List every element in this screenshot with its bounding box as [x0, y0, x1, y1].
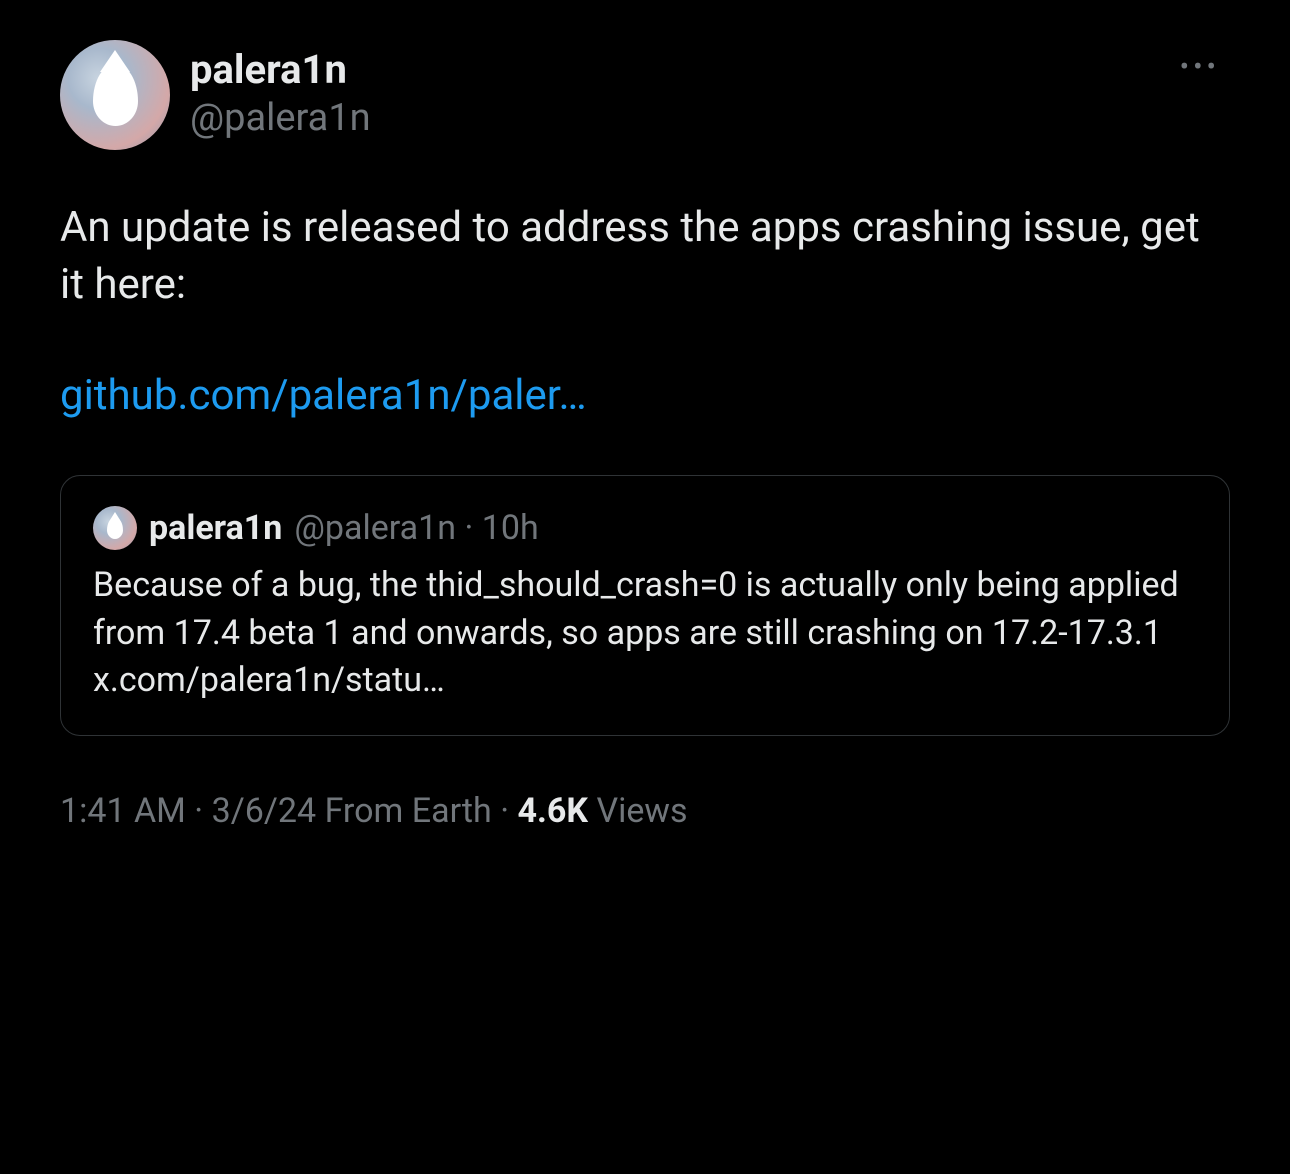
- separator: ·: [464, 508, 473, 548]
- user-info[interactable]: palera1n @palera1n: [60, 40, 371, 150]
- drop-icon: [107, 517, 123, 539]
- quoted-header: palera1n @palera1n · 10h: [93, 506, 1197, 550]
- more-options-button[interactable]: •••: [1170, 40, 1230, 93]
- separator: ·: [500, 791, 509, 831]
- user-handle[interactable]: @palera1n: [190, 94, 371, 143]
- tweet-date[interactable]: 3/6/24: [212, 791, 317, 831]
- tweet-body: An update is released to address the app…: [60, 200, 1230, 425]
- tweet-link[interactable]: github.com/palera1n/paler…: [60, 368, 587, 425]
- tweet-header: palera1n @palera1n •••: [60, 40, 1230, 150]
- quoted-meta: @palera1n · 10h: [294, 508, 538, 548]
- tweet-location: From Earth: [325, 791, 492, 831]
- views-label: Views: [596, 791, 687, 831]
- quoted-tweet[interactable]: palera1n @palera1n · 10h Because of a bu…: [60, 475, 1230, 736]
- quoted-display-name: palera1n: [149, 508, 282, 548]
- tweet-time[interactable]: 1:41 AM: [60, 791, 186, 831]
- quoted-handle: @palera1n: [294, 508, 456, 548]
- separator: ·: [194, 791, 203, 831]
- drop-icon: [93, 64, 138, 126]
- tweet-container: palera1n @palera1n ••• An update is rele…: [0, 0, 1290, 871]
- quoted-body: Because of a bug, the thid_should_crash=…: [93, 562, 1197, 705]
- tweet-footer: 1:41 AM · 3/6/24 From Earth · 4.6K Views: [60, 791, 1230, 831]
- quoted-avatar[interactable]: [93, 506, 137, 550]
- avatar[interactable]: [60, 40, 170, 150]
- quoted-time: 10h: [482, 508, 539, 548]
- tweet-text: An update is released to address the app…: [60, 203, 1200, 309]
- display-name[interactable]: palera1n: [190, 46, 371, 94]
- ellipsis-icon: •••: [1180, 50, 1220, 83]
- user-names: palera1n @palera1n: [190, 46, 371, 143]
- views-count[interactable]: 4.6K: [518, 791, 589, 831]
